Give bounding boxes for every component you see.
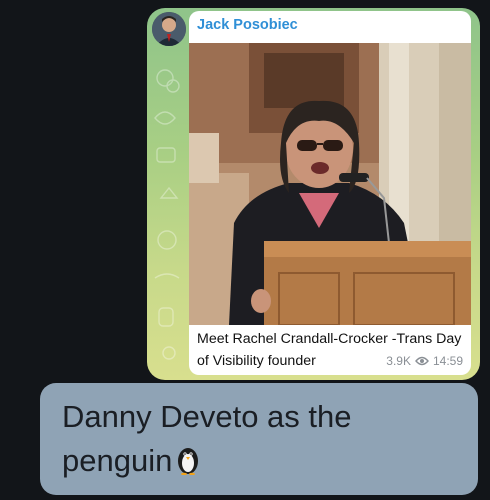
eye-icon <box>415 356 429 366</box>
photo-image <box>189 43 471 325</box>
reply-text-container: Danny Deveto as the penguin <box>62 395 462 483</box>
penguin-emoji-icon <box>178 448 199 475</box>
avatar[interactable] <box>152 12 186 46</box>
avatar-image <box>152 12 186 46</box>
wallpaper-doodle-pattern <box>154 69 180 360</box>
message-time: 14:59 <box>432 354 463 368</box>
forwarded-message-card[interactable]: Jack Posobiec Meet Rachel Crandall-Crock… <box>189 11 471 375</box>
view-count: 3.9K <box>386 354 411 368</box>
message-photo[interactable] <box>189 43 471 325</box>
message-meta: 3.9K 14:59 <box>386 354 463 368</box>
reply-message-bubble[interactable]: Danny Deveto as the penguin <box>40 383 478 495</box>
sender-name[interactable]: Jack Posobiec <box>197 17 298 33</box>
reply-text: Danny Deveto as the penguin <box>62 399 352 478</box>
